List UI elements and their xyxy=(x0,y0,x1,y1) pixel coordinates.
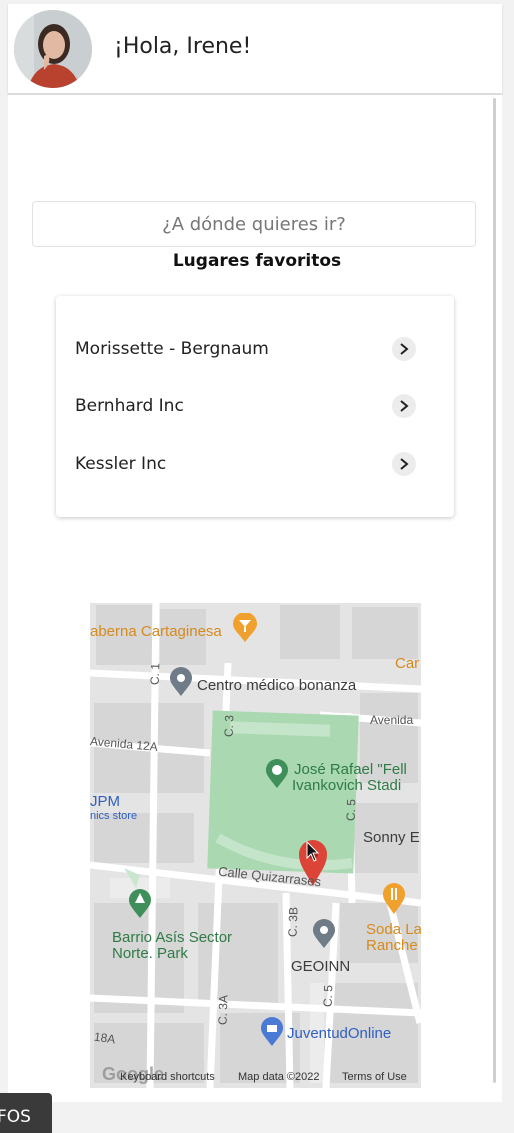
bar-marker-icon[interactable] xyxy=(232,613,258,643)
map-label-stadium-2: Ivankovich Stadi xyxy=(292,777,402,794)
map-label-geoinn: GEOINN xyxy=(291,958,351,975)
favorite-item[interactable]: Bernhard Inc xyxy=(56,386,454,426)
cursor-icon xyxy=(306,841,320,862)
chevron-right-icon[interactable] xyxy=(392,394,416,418)
map-label-barrio-2: Norte. Park xyxy=(112,945,188,962)
map-label-jpm: JPM xyxy=(90,793,120,810)
avatar-photo xyxy=(14,10,92,88)
favorite-item-label: Morissette - Bergnaum xyxy=(75,339,269,359)
map-label-centro-medico: Centro médico bonanza xyxy=(197,677,357,694)
street-label-c5: C. 5 xyxy=(343,798,359,822)
restaurant-marker-icon[interactable] xyxy=(382,883,406,915)
park-marker-icon[interactable] xyxy=(128,889,152,919)
map-label-car: Car xyxy=(395,655,420,672)
favorite-item[interactable]: Morissette - Bergnaum xyxy=(56,329,454,369)
map-label-stadium-1: José Rafael "Fell xyxy=(294,761,407,778)
street-label-c1: C. 1 xyxy=(147,662,163,686)
search-input[interactable] xyxy=(32,201,476,247)
favorite-item[interactable]: Kessler Inc xyxy=(56,444,454,484)
medical-marker-icon[interactable] xyxy=(169,667,193,697)
place-marker-icon[interactable] xyxy=(312,919,336,949)
app-header: ¡Hola, Irene! xyxy=(8,4,502,94)
stadium-marker-icon[interactable] xyxy=(265,759,289,789)
map-label-sonny: Sonny E xyxy=(363,829,420,846)
keyboard-shortcuts-link[interactable]: Keyboard shortcuts xyxy=(120,1071,215,1083)
favorite-item-label: Kessler Inc xyxy=(75,454,167,474)
map-label-soda-2: Ranche xyxy=(366,937,418,954)
greeting-title: ¡Hola, Irene! xyxy=(114,34,252,59)
scrollbar[interactable] xyxy=(493,98,496,1083)
favorites-title: Lugares favoritos xyxy=(172,251,342,271)
map-label-jpm-sub: nics store xyxy=(90,810,138,822)
map-label-barrio-1: Barrio Asís Sector xyxy=(112,929,233,946)
store-marker-icon[interactable] xyxy=(260,1017,284,1047)
avatar[interactable] xyxy=(14,10,92,88)
bottom-tab[interactable]: FOS xyxy=(0,1093,52,1133)
chevron-right-icon[interactable] xyxy=(392,452,416,476)
terms-of-use-link[interactable]: Terms of Use xyxy=(342,1071,407,1083)
street-label-18a: 18A xyxy=(93,1029,117,1047)
chevron-right-icon[interactable] xyxy=(392,337,416,361)
map-label-juventud: JuventudOnline xyxy=(287,1025,392,1042)
map-footer: Google Keyboard shortcuts Map data ©2022… xyxy=(90,1064,421,1088)
map-data-label: Map data ©2022 xyxy=(238,1071,320,1083)
street-label-c3a: C. 3A xyxy=(215,994,231,1026)
favorite-item-label: Bernhard Inc xyxy=(75,396,184,416)
street-label-c5-bottom: C. 5 xyxy=(320,984,336,1008)
street-label-c3: C. 3 xyxy=(221,714,237,738)
street-label-c3b: C. 3B xyxy=(285,906,301,938)
map-view[interactable]: aberna Cartaginesa Car C. 1 Centro médic… xyxy=(90,603,421,1088)
map-label-taberna: aberna Cartaginesa xyxy=(90,623,222,640)
street-label-avenida: Avenida xyxy=(370,713,414,727)
map-label-soda-1: Soda La xyxy=(366,921,421,938)
favorites-list: Morissette - Bergnaum Bernhard Inc Kessl… xyxy=(56,296,454,517)
